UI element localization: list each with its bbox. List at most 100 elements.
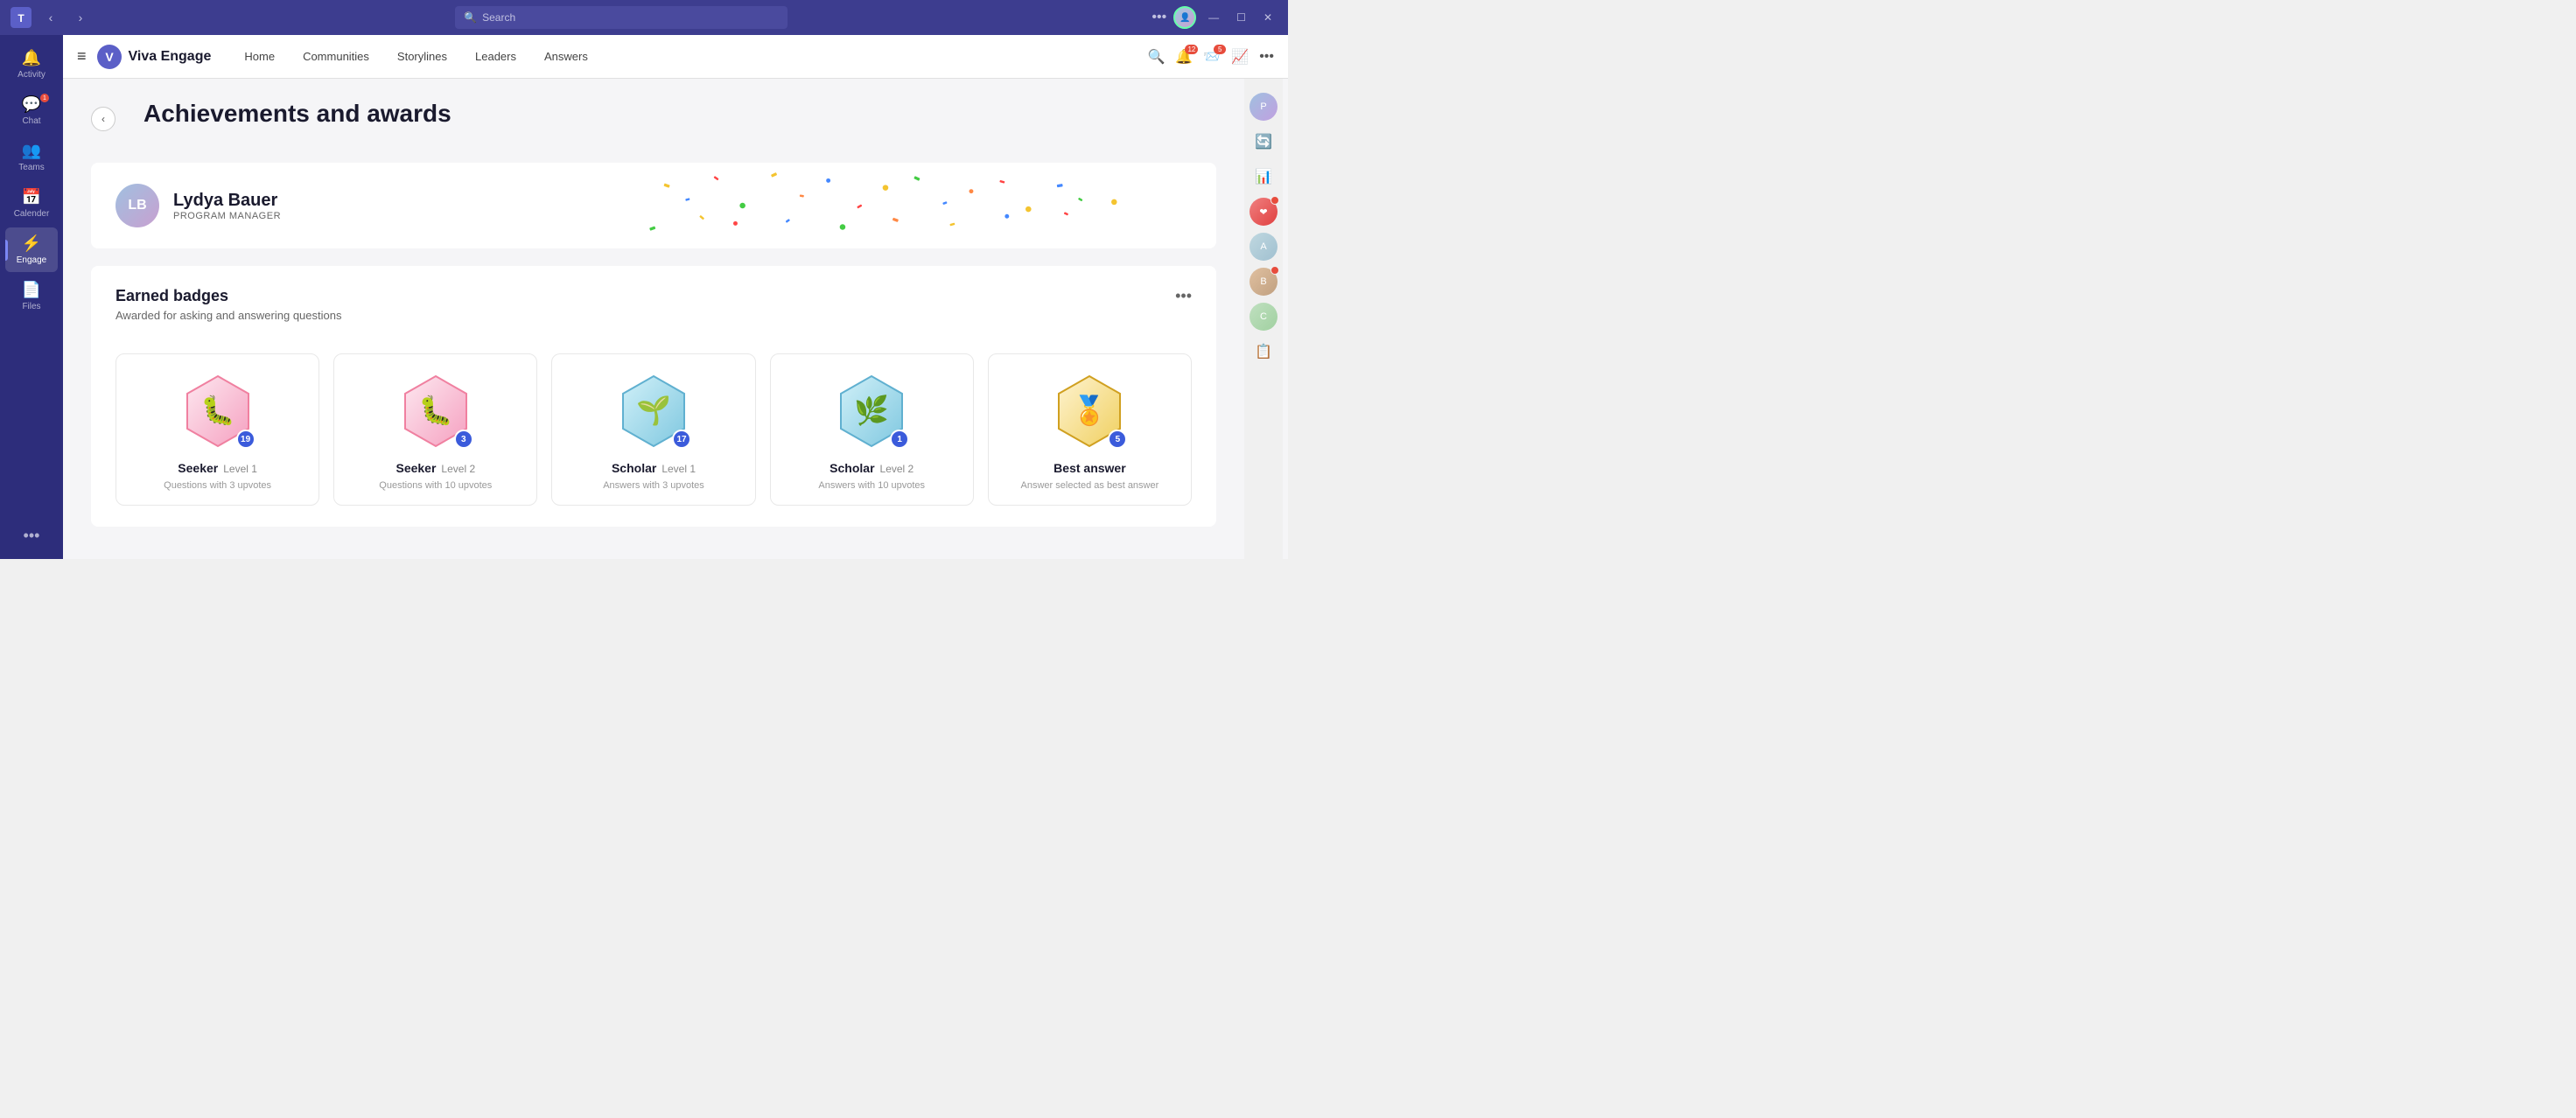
topnav-more-icon[interactable]: •••	[1259, 49, 1274, 65]
scholar-l1-level: Level 1	[662, 463, 696, 475]
left-sidebar: 🔔 Activity 💬 Chat 1 👥 Teams 📅 Calender ⚡…	[0, 35, 63, 559]
titlebar-left: T ‹ ›	[10, 7, 91, 28]
scholar-l2-name: Scholar	[830, 461, 874, 475]
sidebar-item-files[interactable]: 📄 Files	[5, 274, 58, 318]
best-answer-name: Best answer	[1054, 461, 1125, 475]
back-button[interactable]: ‹	[91, 107, 116, 131]
seeker-l1-name: Seeker	[178, 461, 218, 475]
badges-title-group: Earned badges Awarded for asking and ans…	[116, 287, 341, 339]
teams-icon: 👥	[22, 142, 41, 160]
profile-header: LB Lydya Bauer PROGRAM MANAGER	[91, 163, 1216, 248]
right-icon-refresh[interactable]: 🔄	[1250, 128, 1278, 156]
titlebar-center: 🔍 Search	[91, 6, 1152, 29]
badges-section-title: Earned badges	[116, 287, 341, 305]
page-title: Achievements and awards	[144, 100, 452, 128]
right-icon-chart[interactable]: 📊	[1250, 163, 1278, 191]
main-content: ‹ Achievements and awards LB Lydya Bauer…	[63, 79, 1288, 559]
right-avatar-2[interactable]: B	[1250, 268, 1278, 296]
profile-avatar: LB	[116, 184, 159, 227]
right-sidebar: P 🔄 📊 ❤ A B C 📋	[1244, 79, 1283, 559]
notifications-icon[interactable]: 🔔 12	[1175, 48, 1193, 66]
badge-card-seeker-l2: 🐛 3 Seeker Level 2 Questions with 10 upv…	[333, 353, 537, 506]
files-icon: 📄	[22, 281, 41, 299]
viva-logo-icon: V	[97, 45, 122, 69]
viva-title: Viva Engage	[129, 49, 212, 65]
sidebar-more-icon[interactable]: •••	[24, 527, 40, 545]
svg-text:🐛: 🐛	[200, 395, 235, 426]
hamburger-button[interactable]: ≡	[77, 47, 87, 66]
seeker-l1-icon-container: 🐛 19	[178, 372, 257, 451]
sidebar-item-label: Files	[22, 302, 40, 311]
profile-name: Lydya Bauer	[173, 191, 281, 211]
engage-icon: ⚡	[22, 234, 41, 253]
close-button[interactable]: ✕	[1258, 10, 1278, 25]
titlebar-more-icon[interactable]: •••	[1152, 10, 1166, 25]
analytics-icon[interactable]: 📈	[1231, 48, 1249, 66]
nav-link-answers[interactable]: Answers	[532, 45, 600, 68]
sidebar-item-label: Teams	[18, 163, 44, 172]
badges-more-button[interactable]: •••	[1175, 287, 1192, 305]
sidebar-item-chat[interactable]: 💬 Chat 1	[5, 88, 58, 133]
confetti-decoration	[541, 163, 1216, 248]
seeker-l2-name: Seeker	[396, 461, 436, 475]
right-avatar-0[interactable]: P	[1250, 93, 1278, 121]
top-nav-links: Home Communities Storylines Leaders Answ…	[232, 45, 599, 68]
activity-icon: 🔔	[22, 49, 41, 67]
seeker-l2-icon-container: 🐛 3	[396, 372, 475, 451]
sidebar-item-label: Calender	[14, 209, 50, 219]
badges-section-subtitle: Awarded for asking and answering questio…	[116, 309, 341, 322]
calendar-icon: 📅	[22, 188, 41, 206]
badges-grid: 🐛 19 Seeker Level 1 Questions with 3 upv…	[116, 353, 1192, 506]
badge-card-best-answer: 🏅 5 Best answer Answer selected as best …	[988, 353, 1192, 506]
scholar-l2-name-level: Scholar Level 2	[830, 461, 914, 477]
svg-text:🌱: 🌱	[636, 395, 671, 426]
page-content: ‹ Achievements and awards LB Lydya Bauer…	[63, 79, 1244, 559]
right-avatar-heart-badge	[1270, 196, 1279, 205]
right-icon-clipboard[interactable]: 📋	[1250, 338, 1278, 366]
badge-card-scholar-l1: 🌱 17 Scholar Level 1 Answers with 3 upvo…	[551, 353, 755, 506]
nav-back-button[interactable]: ‹	[40, 7, 61, 28]
inbox-icon[interactable]: 📨 5	[1203, 48, 1221, 66]
seeker-l1-level: Level 1	[223, 463, 257, 475]
minimize-button[interactable]: —	[1203, 10, 1224, 25]
scholar-l2-level: Level 2	[880, 463, 914, 475]
svg-text:V: V	[105, 50, 114, 64]
content-area: ≡ V Viva Engage Home Communities Storyli…	[63, 35, 1288, 559]
scholar-l1-icon-container: 🌱 17	[614, 372, 693, 451]
search-icon: 🔍	[464, 11, 477, 24]
nav-link-leaders[interactable]: Leaders	[463, 45, 528, 68]
scholar-l1-desc: Answers with 3 upvotes	[603, 480, 704, 491]
scholar-l2-icon-container: 🌿 1	[832, 372, 911, 451]
avatar-initial: LB	[128, 198, 146, 213]
svg-text:🌿: 🌿	[854, 395, 889, 426]
badge-card-seeker-l1: 🐛 19 Seeker Level 1 Questions with 3 upv…	[116, 353, 319, 506]
sidebar-item-activity[interactable]: 🔔 Activity	[5, 42, 58, 87]
badges-section: Earned badges Awarded for asking and ans…	[91, 266, 1216, 527]
search-icon[interactable]: 🔍	[1148, 48, 1166, 66]
scholar-l2-desc: Answers with 10 upvotes	[818, 480, 925, 491]
nav-link-communities[interactable]: Communities	[290, 45, 382, 68]
chat-icon: 💬	[22, 95, 41, 114]
nav-link-storylines[interactable]: Storylines	[385, 45, 459, 68]
titlebar: T ‹ › 🔍 Search ••• 👤 — ☐ ✕	[0, 0, 1288, 35]
right-avatar-1[interactable]: A	[1250, 233, 1278, 261]
titlebar-search[interactable]: 🔍 Search	[455, 6, 788, 29]
best-answer-desc: Answer selected as best answer	[1021, 480, 1159, 491]
best-answer-name-level: Best answer	[1054, 461, 1125, 477]
top-nav-actions: 🔍 🔔 12 📨 5 📈 •••	[1148, 48, 1275, 66]
sidebar-item-calendar[interactable]: 📅 Calender	[5, 181, 58, 226]
scholar-l1-name: Scholar	[612, 461, 656, 475]
right-avatar-heart[interactable]: ❤	[1250, 198, 1278, 226]
svg-text:🐛: 🐛	[418, 395, 453, 426]
sidebar-item-teams[interactable]: 👥 Teams	[5, 135, 58, 179]
search-placeholder: Search	[482, 11, 515, 24]
sidebar-item-label: Engage	[17, 255, 46, 265]
maximize-button[interactable]: ☐	[1231, 10, 1251, 25]
svg-text:🏅: 🏅	[1072, 395, 1107, 427]
right-avatar-3[interactable]: C	[1250, 303, 1278, 331]
nav-forward-button[interactable]: ›	[70, 7, 91, 28]
user-avatar[interactable]: 👤	[1173, 6, 1196, 29]
best-answer-icon-container: 🏅 5	[1050, 372, 1129, 451]
nav-link-home[interactable]: Home	[232, 45, 287, 68]
sidebar-item-engage[interactable]: ⚡ Engage	[5, 227, 58, 272]
